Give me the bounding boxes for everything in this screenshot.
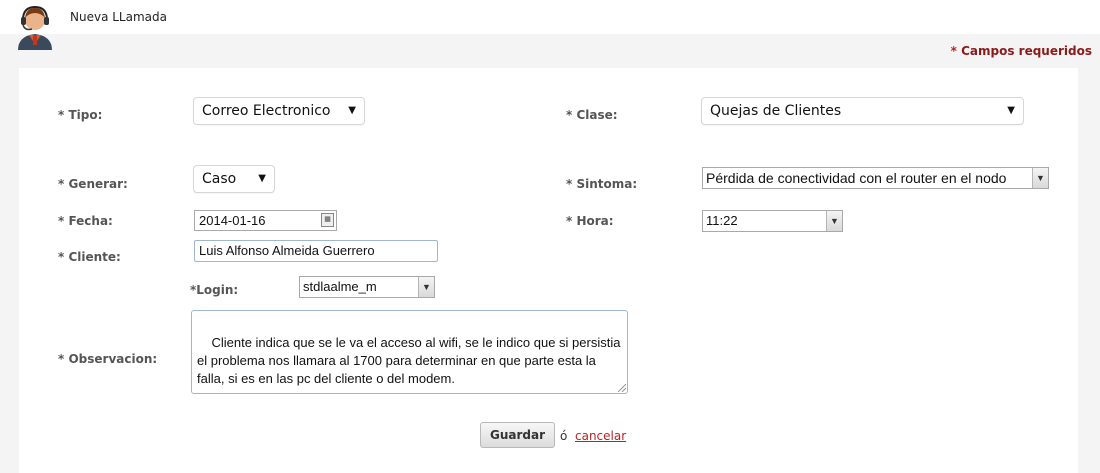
chevron-down-icon: ▼ — [1032, 168, 1048, 188]
save-button[interactable]: Guardar — [480, 422, 555, 448]
calendar-icon[interactable]: ▦ — [321, 213, 334, 227]
fecha-input[interactable]: 2014-01-16 ▦ — [194, 210, 337, 231]
chevron-down-icon: ▼ — [348, 105, 356, 116]
login-value: stdlaalme_m — [303, 279, 377, 294]
required-note-text: Campos requeridos — [961, 44, 1092, 58]
cliente-input[interactable]: Luis Alfonso Almeida Guerrero — [194, 240, 438, 262]
hora-label: * Hora: — [566, 214, 614, 228]
chevron-down-icon: ▼ — [826, 211, 842, 231]
tipo-label: * Tipo: — [58, 108, 103, 122]
hora-select[interactable]: 11:22 ▼ — [702, 210, 843, 232]
chevron-down-icon: ▼ — [1007, 105, 1015, 116]
generar-value: Caso — [202, 171, 237, 187]
clase-value: Quejas de Clientes — [710, 103, 842, 119]
cancel-link[interactable]: cancelar — [575, 429, 626, 443]
login-label: *Login: — [190, 283, 239, 297]
tipo-value: Correo Electronico — [202, 103, 331, 119]
resize-handle-icon[interactable] — [618, 384, 626, 392]
generar-select[interactable]: Caso ▼ — [193, 165, 275, 193]
clase-select[interactable]: Quejas de Clientes ▼ — [701, 97, 1024, 125]
observacion-textarea[interactable]: Cliente indica que se le va el acceso al… — [191, 310, 628, 394]
hora-value: 11:22 — [706, 213, 738, 228]
sintoma-select[interactable]: Pérdida de conectividad con el router en… — [702, 167, 1049, 189]
app-title: Nueva LLamada — [70, 10, 167, 24]
required-star: * — [950, 44, 957, 58]
sintoma-value: Pérdida de conectividad con el router en… — [706, 170, 1007, 186]
chevron-down-icon: ▼ — [418, 277, 434, 297]
cliente-value: Luis Alfonso Almeida Guerrero — [199, 243, 375, 258]
form-panel: * Tipo: Correo Electronico ▼ * Clase: Qu… — [19, 68, 1078, 473]
sintoma-label: * Sintoma: — [566, 177, 638, 191]
or-text: ó — [560, 429, 568, 443]
clase-label: * Clase: — [566, 108, 618, 122]
required-fields-note: * Campos requeridos — [951, 44, 1092, 58]
observacion-value: Cliente indica que se le va el acceso al… — [197, 335, 625, 386]
operator-headset-icon — [18, 5, 52, 50]
cliente-label: * Cliente: — [58, 250, 121, 264]
top-bar: Nueva LLamada — [0, 0, 1100, 50]
fecha-label: * Fecha: — [58, 214, 113, 228]
fecha-value: 2014-01-16 — [199, 213, 266, 228]
login-select[interactable]: stdlaalme_m ▼ — [299, 276, 435, 298]
generar-label: * Generar: — [58, 177, 128, 191]
observacion-label: * Observacion: — [58, 352, 158, 366]
tipo-select[interactable]: Correo Electronico ▼ — [193, 97, 365, 125]
chevron-down-icon: ▼ — [258, 173, 266, 184]
